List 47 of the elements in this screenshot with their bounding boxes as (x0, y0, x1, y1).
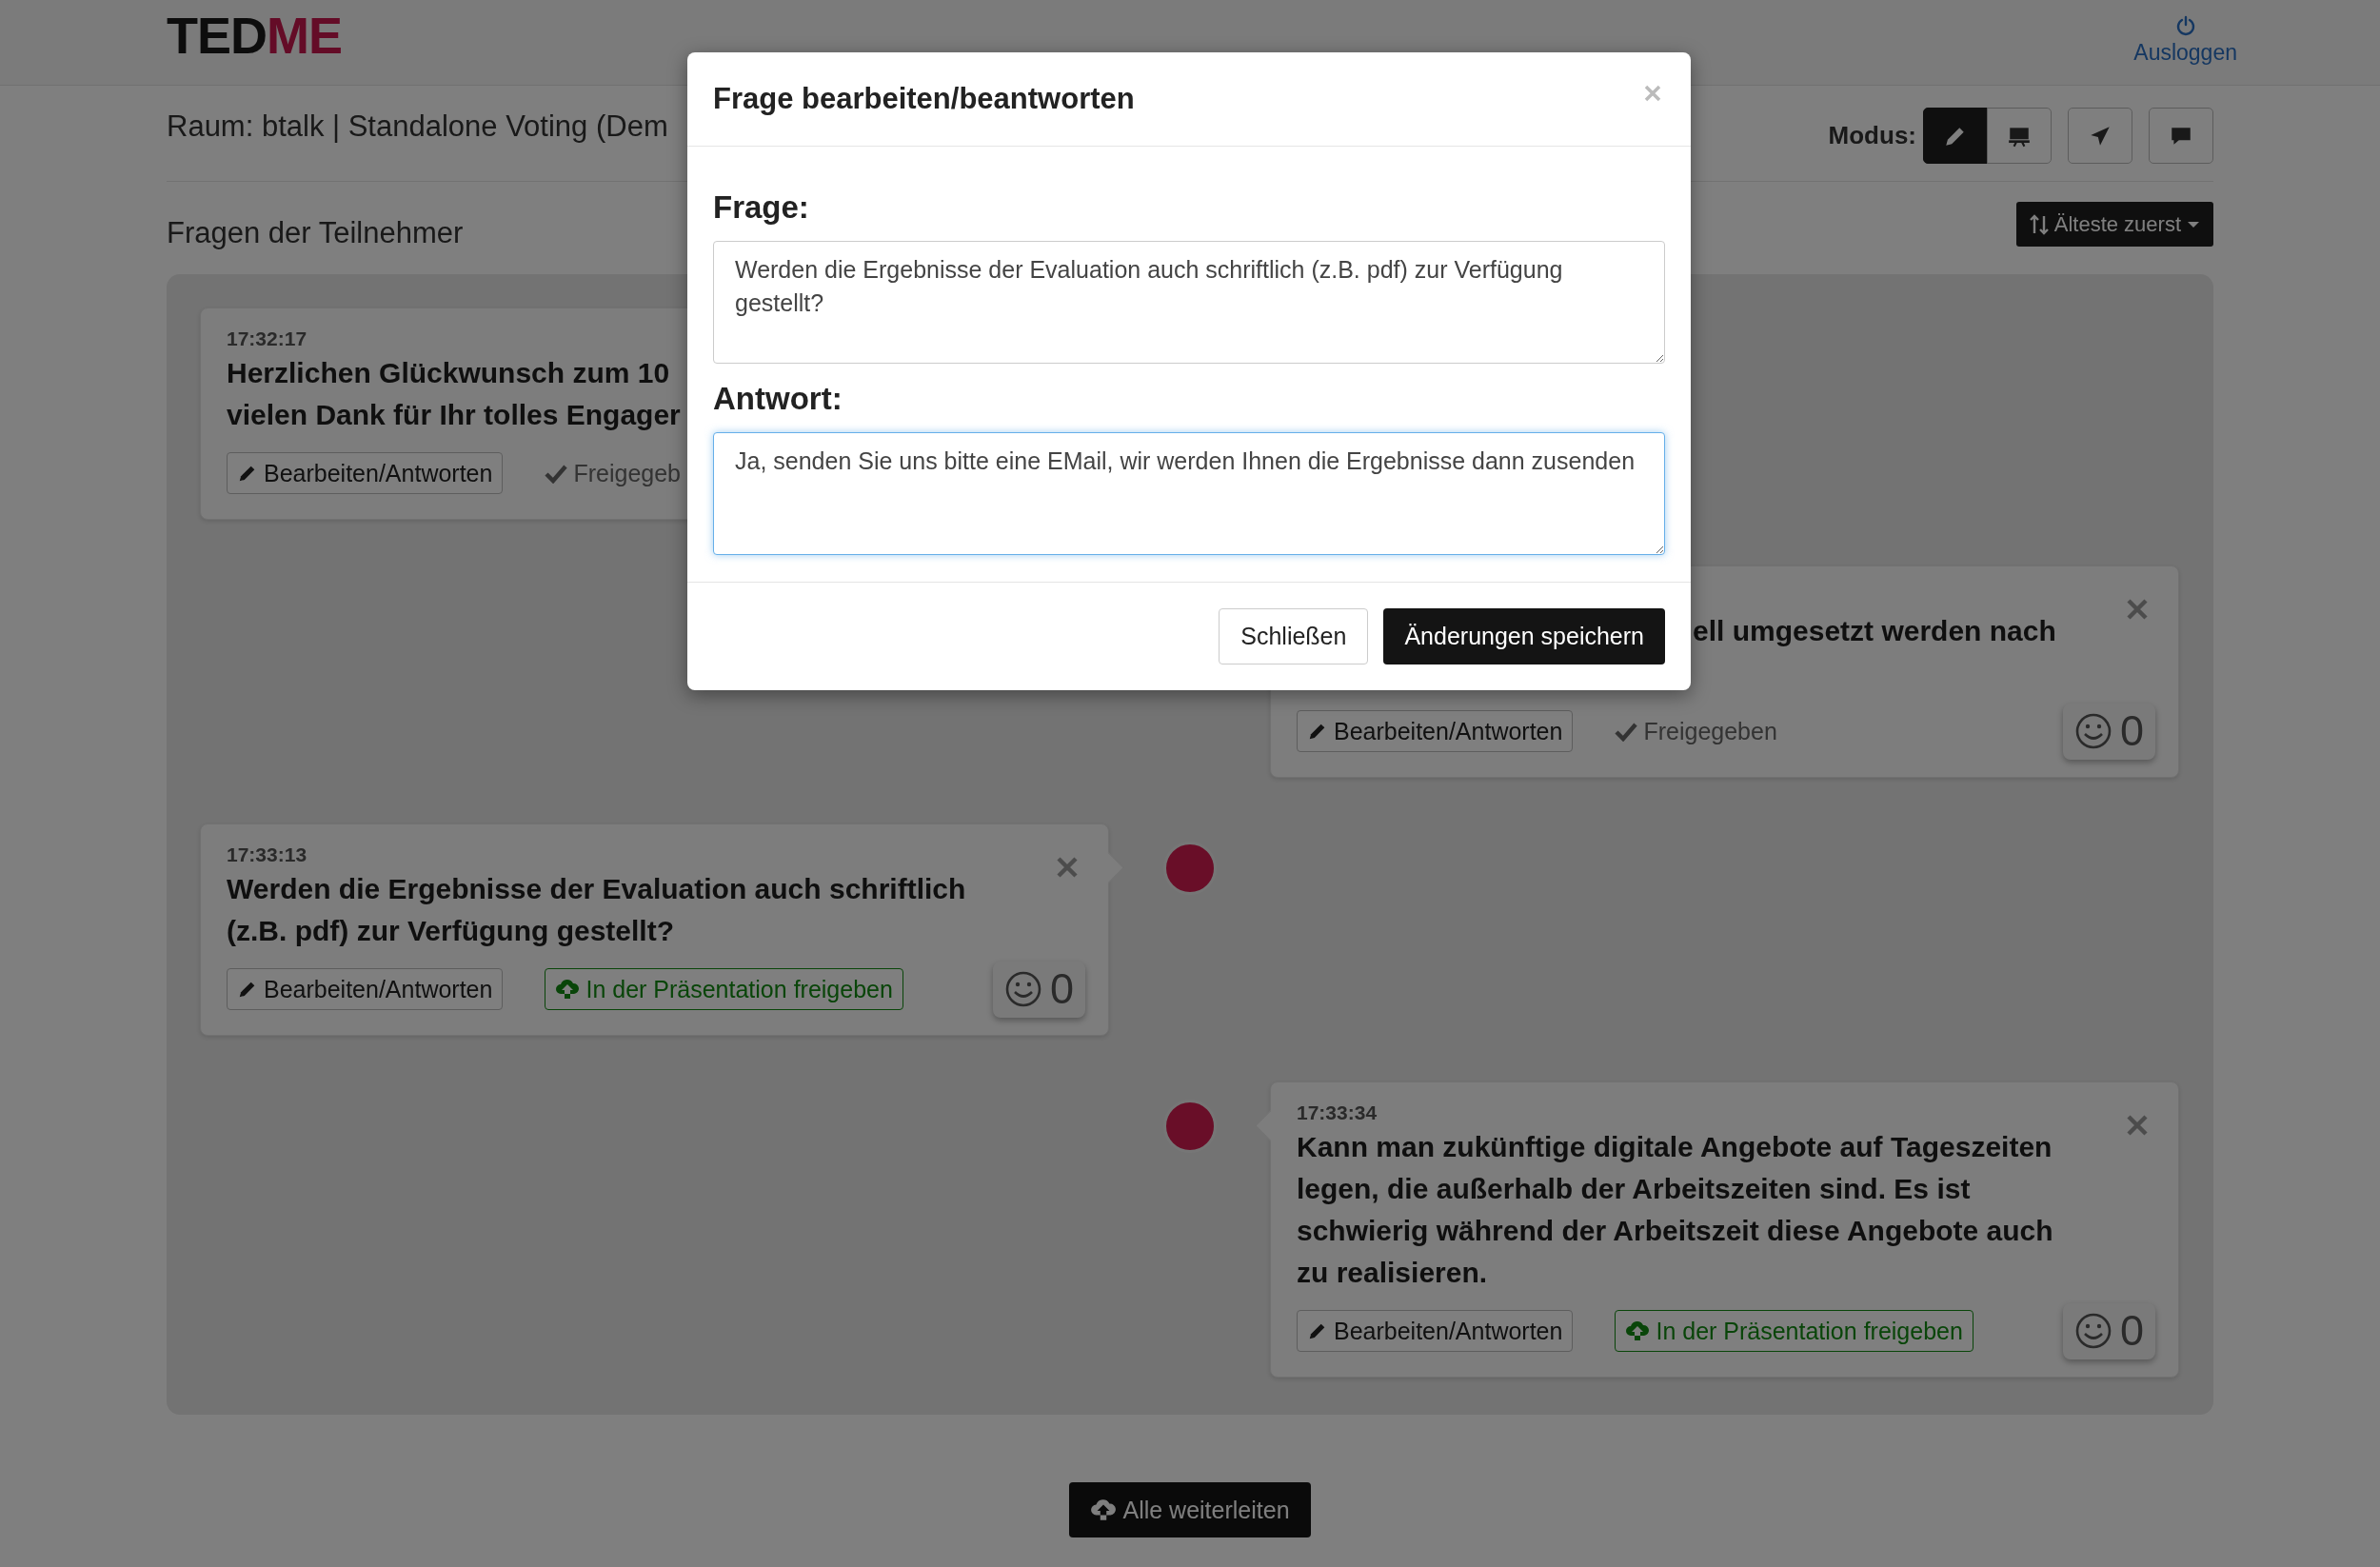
smiley-icon (2073, 1312, 2112, 1350)
mode-button[interactable] (1923, 108, 1988, 164)
close-button[interactable]: Schließen (1219, 608, 1369, 664)
section-title: Fragen der Teilnehmer (167, 215, 464, 251)
likes-counter: 0 (992, 961, 1085, 1018)
question-text: Kann man zukünftige digitale Angebote auf Tageszeiten legen, die außerhalb der Arbeitszeiten sind. Es ist schwierig während der Arbeitszeit diese Angebote auch zu realisieren. (1297, 1130, 2053, 1290)
timestamp: 17:33:34 (1297, 1101, 1378, 1125)
forward-all-button[interactable]: Alle weiterleiten (1069, 1482, 1311, 1537)
edit-answer-button[interactable]: Bearbeiten/Antworten (227, 968, 504, 1010)
mode-button[interactable] (1987, 108, 2052, 164)
likes-counter: 0 (2062, 703, 2155, 760)
field-label: Frage: (713, 188, 810, 227)
timestamp: 17:33:13 (227, 843, 307, 867)
released-status: Freigegeben (1615, 717, 1777, 745)
mode-button[interactable] (2068, 108, 2132, 164)
question-text: Herzlichen Glückwunsch zum 10 vielen Dank für Ihr tolles Engager (227, 356, 681, 432)
save-button[interactable]: Änderungen speichern (1383, 608, 1665, 664)
smiley-icon (2073, 712, 2112, 750)
field-label: Antwort: (713, 380, 843, 418)
sort-button[interactable]: Älteste zuerst (2015, 202, 2213, 247)
smiley-icon (1003, 970, 1042, 1008)
mode-label: Modus: (1828, 121, 1916, 150)
cloud-upload-icon (1090, 1498, 1118, 1522)
check-icon (1615, 721, 1638, 742)
edit-answer-button[interactable]: Bearbeiten/Antworten (227, 452, 504, 494)
mode-button[interactable] (2149, 108, 2213, 164)
edit-answer-button[interactable]: Bearbeiten/Antworten (1297, 710, 1574, 752)
question-text: Werden die Ergebnisse der Evaluation auch schriftlich (z.B. pdf) zur Verfügung gestellt? (227, 872, 966, 948)
dialog-title: Frage bearbeiten/beantworten (713, 82, 1135, 116)
cloud-upload-icon (1625, 1319, 1651, 1342)
cloud-upload-icon (555, 978, 581, 1001)
caret-icon (2187, 219, 2200, 229)
sort-icon (2029, 213, 2049, 235)
edit-answer-button[interactable]: Bearbeiten/Antworten (1297, 1310, 1574, 1352)
timestamp: 17:32:17 (227, 327, 307, 351)
released-status: Freigegeb (545, 459, 681, 487)
text-area[interactable]: Werden die Ergebnisse der Evaluation auch schriftlich (z.B. pdf) zur Verfügung gestellt? (713, 241, 1665, 364)
room-title: Raum: btalk | Standalone Voting (Dem (167, 109, 668, 145)
check-icon (545, 463, 568, 484)
release-button[interactable]: In der Präsentation freigeben (545, 968, 903, 1010)
question-text: ell umgesetzt werden nach (1693, 614, 2056, 648)
text-area[interactable]: Ja, senden Sie uns bitte eine EMail, wir werden Ihnen die Ergebnisse dann zusenden (713, 432, 1665, 555)
logout-link[interactable]: Ausloggen (2133, 15, 2237, 66)
power-icon (2174, 15, 2196, 36)
logo: TEDME (167, 5, 342, 66)
release-button[interactable]: In der Präsentation freigeben (1615, 1310, 1973, 1352)
likes-counter: 0 (2062, 1302, 2155, 1359)
